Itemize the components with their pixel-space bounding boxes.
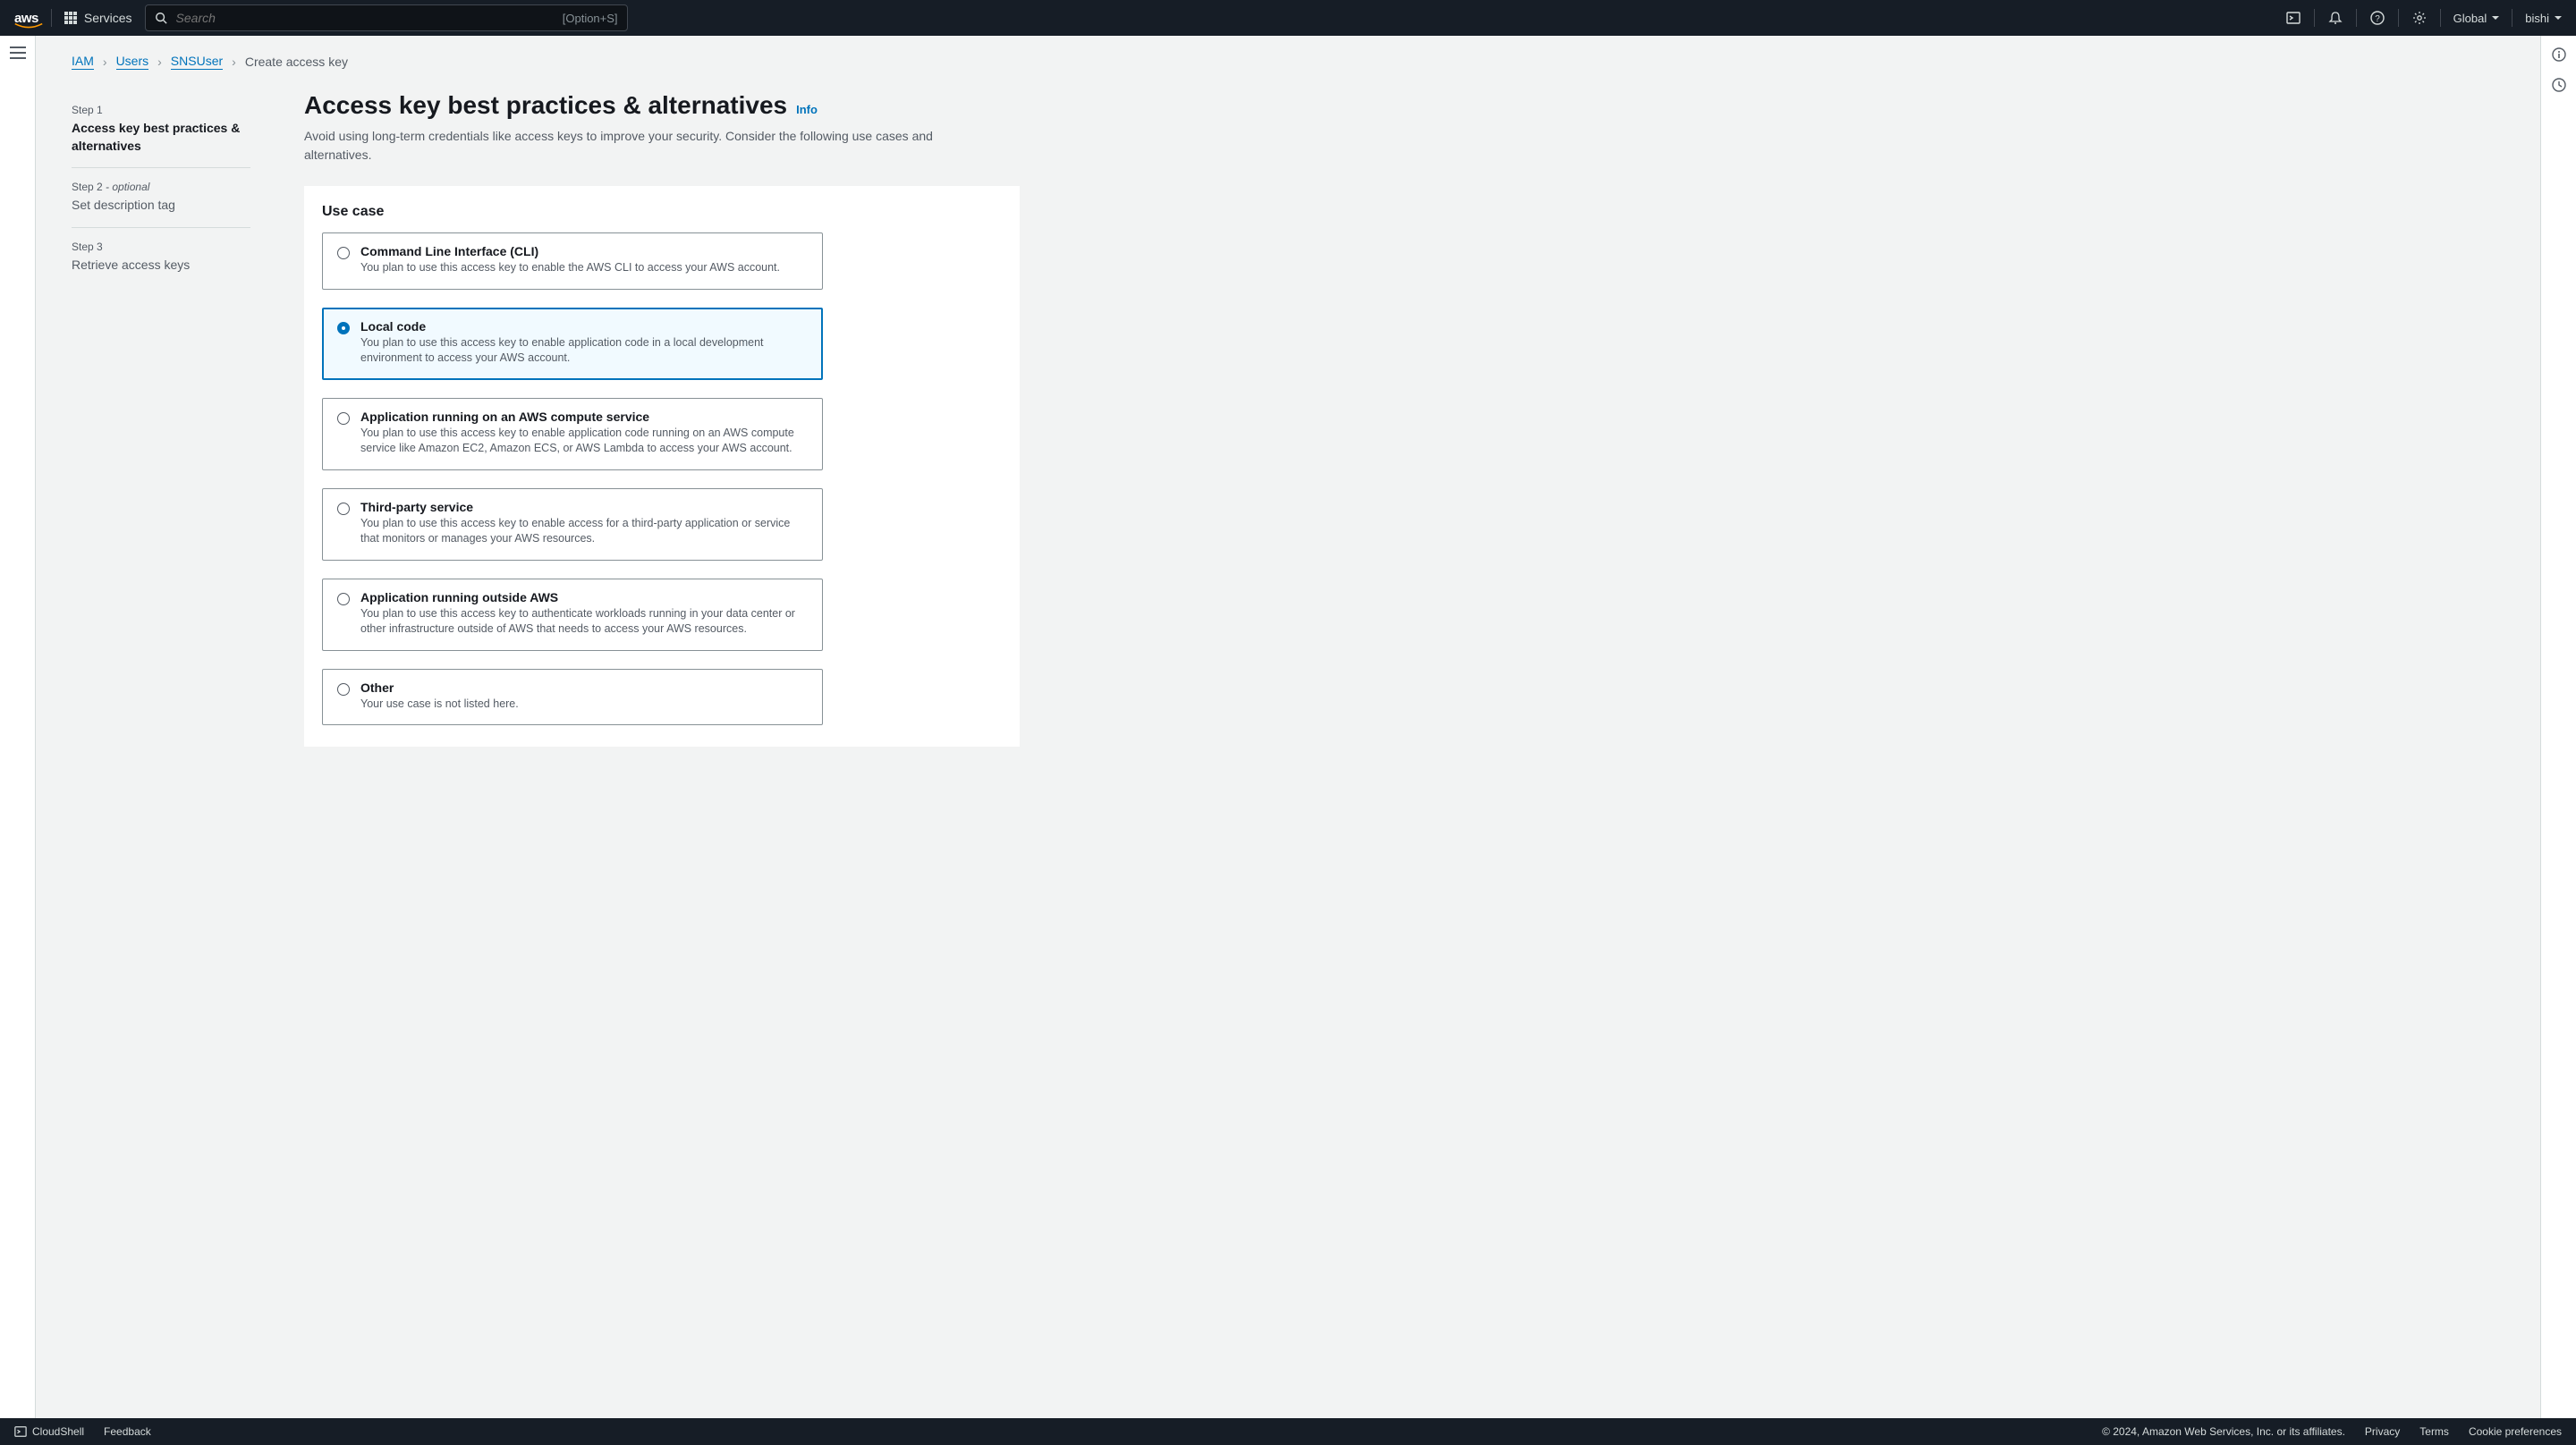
radio-icon: [337, 683, 350, 696]
radio-icon: [337, 412, 350, 425]
use-case-aws-compute[interactable]: Application running on an AWS compute se…: [322, 398, 823, 470]
main-content: IAM › Users › SNSUser › Create access ke…: [36, 36, 2540, 1418]
breadcrumb-iam[interactable]: IAM: [72, 54, 94, 70]
region-selector[interactable]: Global: [2453, 12, 2500, 25]
step-title: Retrieve access keys: [72, 257, 250, 275]
services-label: Services: [84, 11, 132, 25]
radio-icon: [337, 322, 350, 334]
shell: IAM › Users › SNSUser › Create access ke…: [0, 36, 2576, 1418]
use-case-outside-aws[interactable]: Application running outside AWS You plan…: [322, 579, 823, 651]
cloudshell-link[interactable]: CloudShell: [14, 1425, 84, 1438]
breadcrumb-snsuser[interactable]: SNSUser: [171, 54, 223, 70]
right-rail: [2540, 36, 2576, 1418]
panel-heading: Use case: [322, 204, 1002, 220]
radio-title: Other: [360, 680, 808, 695]
help-icon[interactable]: ?: [2369, 10, 2385, 26]
svg-text:?: ?: [2375, 14, 2380, 24]
chevron-right-icon: ›: [157, 55, 162, 69]
step-label: Step 3: [72, 241, 103, 253]
radio-title: Local code: [360, 319, 808, 334]
footer: CloudShell Feedback © 2024, Amazon Web S…: [0, 1418, 2576, 1445]
step-optional: - optional: [103, 181, 150, 193]
terms-link[interactable]: Terms: [2419, 1425, 2449, 1438]
radio-title: Application running outside AWS: [360, 590, 808, 604]
account-selector[interactable]: bishi: [2525, 12, 2562, 25]
chevron-right-icon: ›: [232, 55, 236, 69]
use-case-panel: Use case Command Line Interface (CLI) Yo…: [304, 186, 1020, 747]
wizard-step-2[interactable]: Step 2 - optional Set description tag: [72, 168, 250, 228]
separator: [2398, 9, 2399, 27]
breadcrumb-users[interactable]: Users: [116, 54, 149, 70]
caret-down-icon: [2492, 16, 2499, 20]
radio-icon: [337, 593, 350, 605]
breadcrumb: IAM › Users › SNSUser › Create access ke…: [72, 54, 2504, 70]
cloudshell-label: CloudShell: [32, 1425, 84, 1438]
caret-down-icon: [2555, 16, 2562, 20]
separator: [51, 9, 52, 27]
radio-title: Application running on an AWS compute se…: [360, 410, 808, 424]
search-icon: [155, 12, 167, 24]
wizard-steps: Step 1 Access key best practices & alter…: [72, 91, 250, 747]
settings-icon[interactable]: [2411, 10, 2428, 26]
step-label: Step 2: [72, 181, 103, 193]
step-title: Access key best practices & alternatives: [72, 120, 250, 155]
separator: [2440, 9, 2441, 27]
services-grid-icon: [64, 12, 77, 24]
services-button[interactable]: Services: [64, 11, 132, 25]
top-nav: aws Services [Option+S] ? Global bishi: [0, 0, 2576, 36]
info-link[interactable]: Info: [796, 103, 818, 116]
use-case-third-party[interactable]: Third-party service You plan to use this…: [322, 488, 823, 561]
cloudshell-icon: [14, 1425, 27, 1438]
feedback-link[interactable]: Feedback: [104, 1425, 151, 1438]
use-case-cli[interactable]: Command Line Interface (CLI) You plan to…: [322, 232, 823, 290]
page-subtitle: Avoid using long-term credentials like a…: [304, 127, 948, 165]
breadcrumb-current: Create access key: [245, 55, 348, 69]
cloudshell-icon[interactable]: [2285, 10, 2301, 26]
step-label: Step 1: [72, 104, 103, 116]
copyright: © 2024, Amazon Web Services, Inc. or its…: [2102, 1425, 2345, 1438]
radio-icon: [337, 247, 350, 259]
separator: [2314, 9, 2315, 27]
search-hint: [Option+S]: [563, 12, 618, 25]
hamburger-icon[interactable]: [10, 46, 26, 59]
search-input[interactable]: [176, 11, 554, 25]
radio-desc: You plan to use this access key to enabl…: [360, 335, 808, 367]
radio-title: Command Line Interface (CLI): [360, 244, 808, 258]
step-title: Set description tag: [72, 197, 250, 215]
radio-desc: You plan to use this access key to enabl…: [360, 516, 808, 547]
wizard-step-1[interactable]: Step 1 Access key best practices & alter…: [72, 91, 250, 168]
left-rail: [0, 36, 36, 1418]
wizard-step-3[interactable]: Step 3 Retrieve access keys: [72, 228, 250, 287]
aws-smile-icon: [14, 22, 43, 30]
use-case-other[interactable]: Other Your use case is not listed here.: [322, 669, 823, 726]
clock-icon[interactable]: [2551, 77, 2567, 93]
cookie-prefs-link[interactable]: Cookie preferences: [2469, 1425, 2562, 1438]
aws-logo[interactable]: aws: [14, 11, 38, 26]
radio-desc: Your use case is not listed here.: [360, 697, 808, 713]
search-input-wrap[interactable]: [Option+S]: [145, 4, 628, 31]
radio-desc: You plan to use this access key to enabl…: [360, 260, 808, 276]
use-case-local-code[interactable]: Local code You plan to use this access k…: [322, 308, 823, 380]
info-panel-icon[interactable]: [2551, 46, 2567, 63]
account-label: bishi: [2525, 12, 2549, 25]
notifications-icon[interactable]: [2327, 10, 2343, 26]
radio-desc: You plan to use this access key to enabl…: [360, 426, 808, 457]
page-title: Access key best practices & alternatives: [304, 91, 787, 120]
separator: [2356, 9, 2357, 27]
radio-icon: [337, 503, 350, 515]
chevron-right-icon: ›: [103, 55, 107, 69]
radio-desc: You plan to use this access key to authe…: [360, 606, 808, 638]
main-column: Access key best practices & alternatives…: [304, 91, 1020, 747]
radio-title: Third-party service: [360, 500, 808, 514]
privacy-link[interactable]: Privacy: [2365, 1425, 2400, 1438]
region-label: Global: [2453, 12, 2487, 25]
